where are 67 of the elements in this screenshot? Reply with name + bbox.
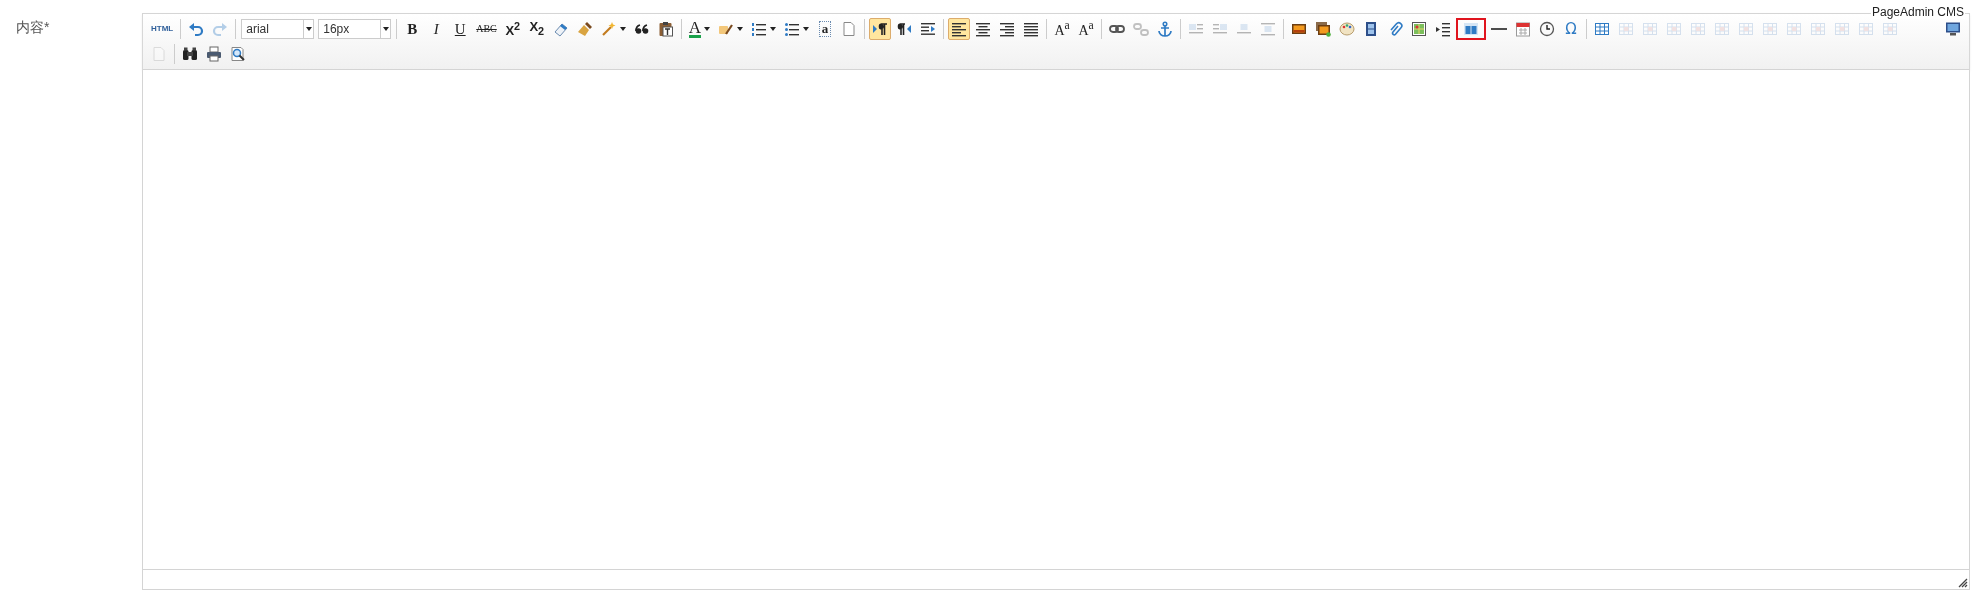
table-icon	[1714, 20, 1731, 37]
table-icon	[1666, 20, 1683, 37]
caret-icon	[305, 26, 312, 31]
font-family-select[interactable]: arial	[241, 18, 315, 39]
caret-icon	[382, 26, 389, 31]
anchor-icon	[1157, 20, 1174, 37]
bold-button[interactable]: B	[401, 17, 424, 40]
paragraph-left-icon	[896, 20, 913, 37]
palette-icon	[1339, 20, 1356, 37]
table-icon	[1858, 20, 1875, 37]
map-icon	[1411, 20, 1428, 37]
font-color-button[interactable]: A	[685, 17, 714, 40]
table-icon	[1762, 20, 1779, 37]
columns-icon	[1463, 20, 1480, 37]
unlink-icon	[1133, 20, 1150, 37]
align-left-icon	[951, 20, 968, 37]
calendar-icon	[1515, 20, 1532, 37]
multiple-images-icon	[1315, 20, 1332, 37]
clock-icon	[1539, 20, 1556, 37]
resize-handle-icon[interactable]	[1956, 576, 1968, 588]
justify-icon	[1023, 20, 1040, 37]
table-icon	[1786, 20, 1803, 37]
preview-icon	[230, 45, 246, 62]
brush-icon	[576, 20, 593, 37]
align-right-icon	[999, 20, 1016, 37]
redo-icon	[212, 20, 229, 37]
field-label: 内容*	[16, 19, 50, 35]
clipboard-icon	[657, 20, 674, 37]
indent-icon	[920, 20, 937, 37]
source-button[interactable]: HTML	[148, 17, 177, 40]
horizontal-line-icon	[1491, 27, 1508, 30]
table-icon	[1690, 20, 1707, 37]
font-smaller-button[interactable]: A$^{a}$	[1075, 17, 1098, 40]
page-icon	[841, 20, 858, 37]
watermark-text: PageAdmin CMS	[1870, 5, 1965, 19]
paragraph-right-button[interactable]	[869, 17, 892, 40]
table-icon	[1834, 20, 1851, 37]
font-size-select[interactable]: 16px	[318, 18, 392, 39]
table-icon	[1642, 20, 1659, 37]
numbered-list-icon	[751, 20, 768, 37]
superscript-button[interactable]: X$^{2}$	[501, 17, 524, 40]
table-icon	[1618, 20, 1635, 37]
strikethrough-button[interactable]: ABC	[473, 17, 500, 40]
monitor-icon	[1945, 20, 1961, 37]
table-icon	[1594, 20, 1611, 37]
subscript-button[interactable]: X$_{2}$	[525, 17, 548, 40]
bullet-list-icon	[784, 20, 801, 37]
paperclip-icon	[1387, 20, 1404, 37]
binoculars-icon	[182, 45, 198, 62]
italic-button[interactable]: I	[425, 17, 448, 40]
paragraph-right-icon	[872, 20, 889, 37]
columns-button[interactable]	[1456, 17, 1487, 40]
float-none-icon	[1260, 20, 1277, 37]
font-larger-button[interactable]: A$^{a}$	[1051, 17, 1074, 40]
text-box-button[interactable]: a	[814, 17, 837, 40]
table-icon	[1882, 20, 1899, 37]
special-character-button[interactable]: Ω	[1560, 17, 1583, 40]
underline-button[interactable]: U	[449, 17, 472, 40]
undo-icon	[188, 20, 205, 37]
magic-wand-icon	[600, 20, 617, 37]
table-icon	[1738, 20, 1755, 37]
align-center-icon	[975, 20, 992, 37]
list-arrow-icon	[1435, 20, 1452, 37]
page-icon	[151, 45, 167, 62]
table-icon	[1810, 20, 1827, 37]
align-left-button[interactable]	[948, 17, 971, 40]
printer-icon	[206, 45, 222, 62]
